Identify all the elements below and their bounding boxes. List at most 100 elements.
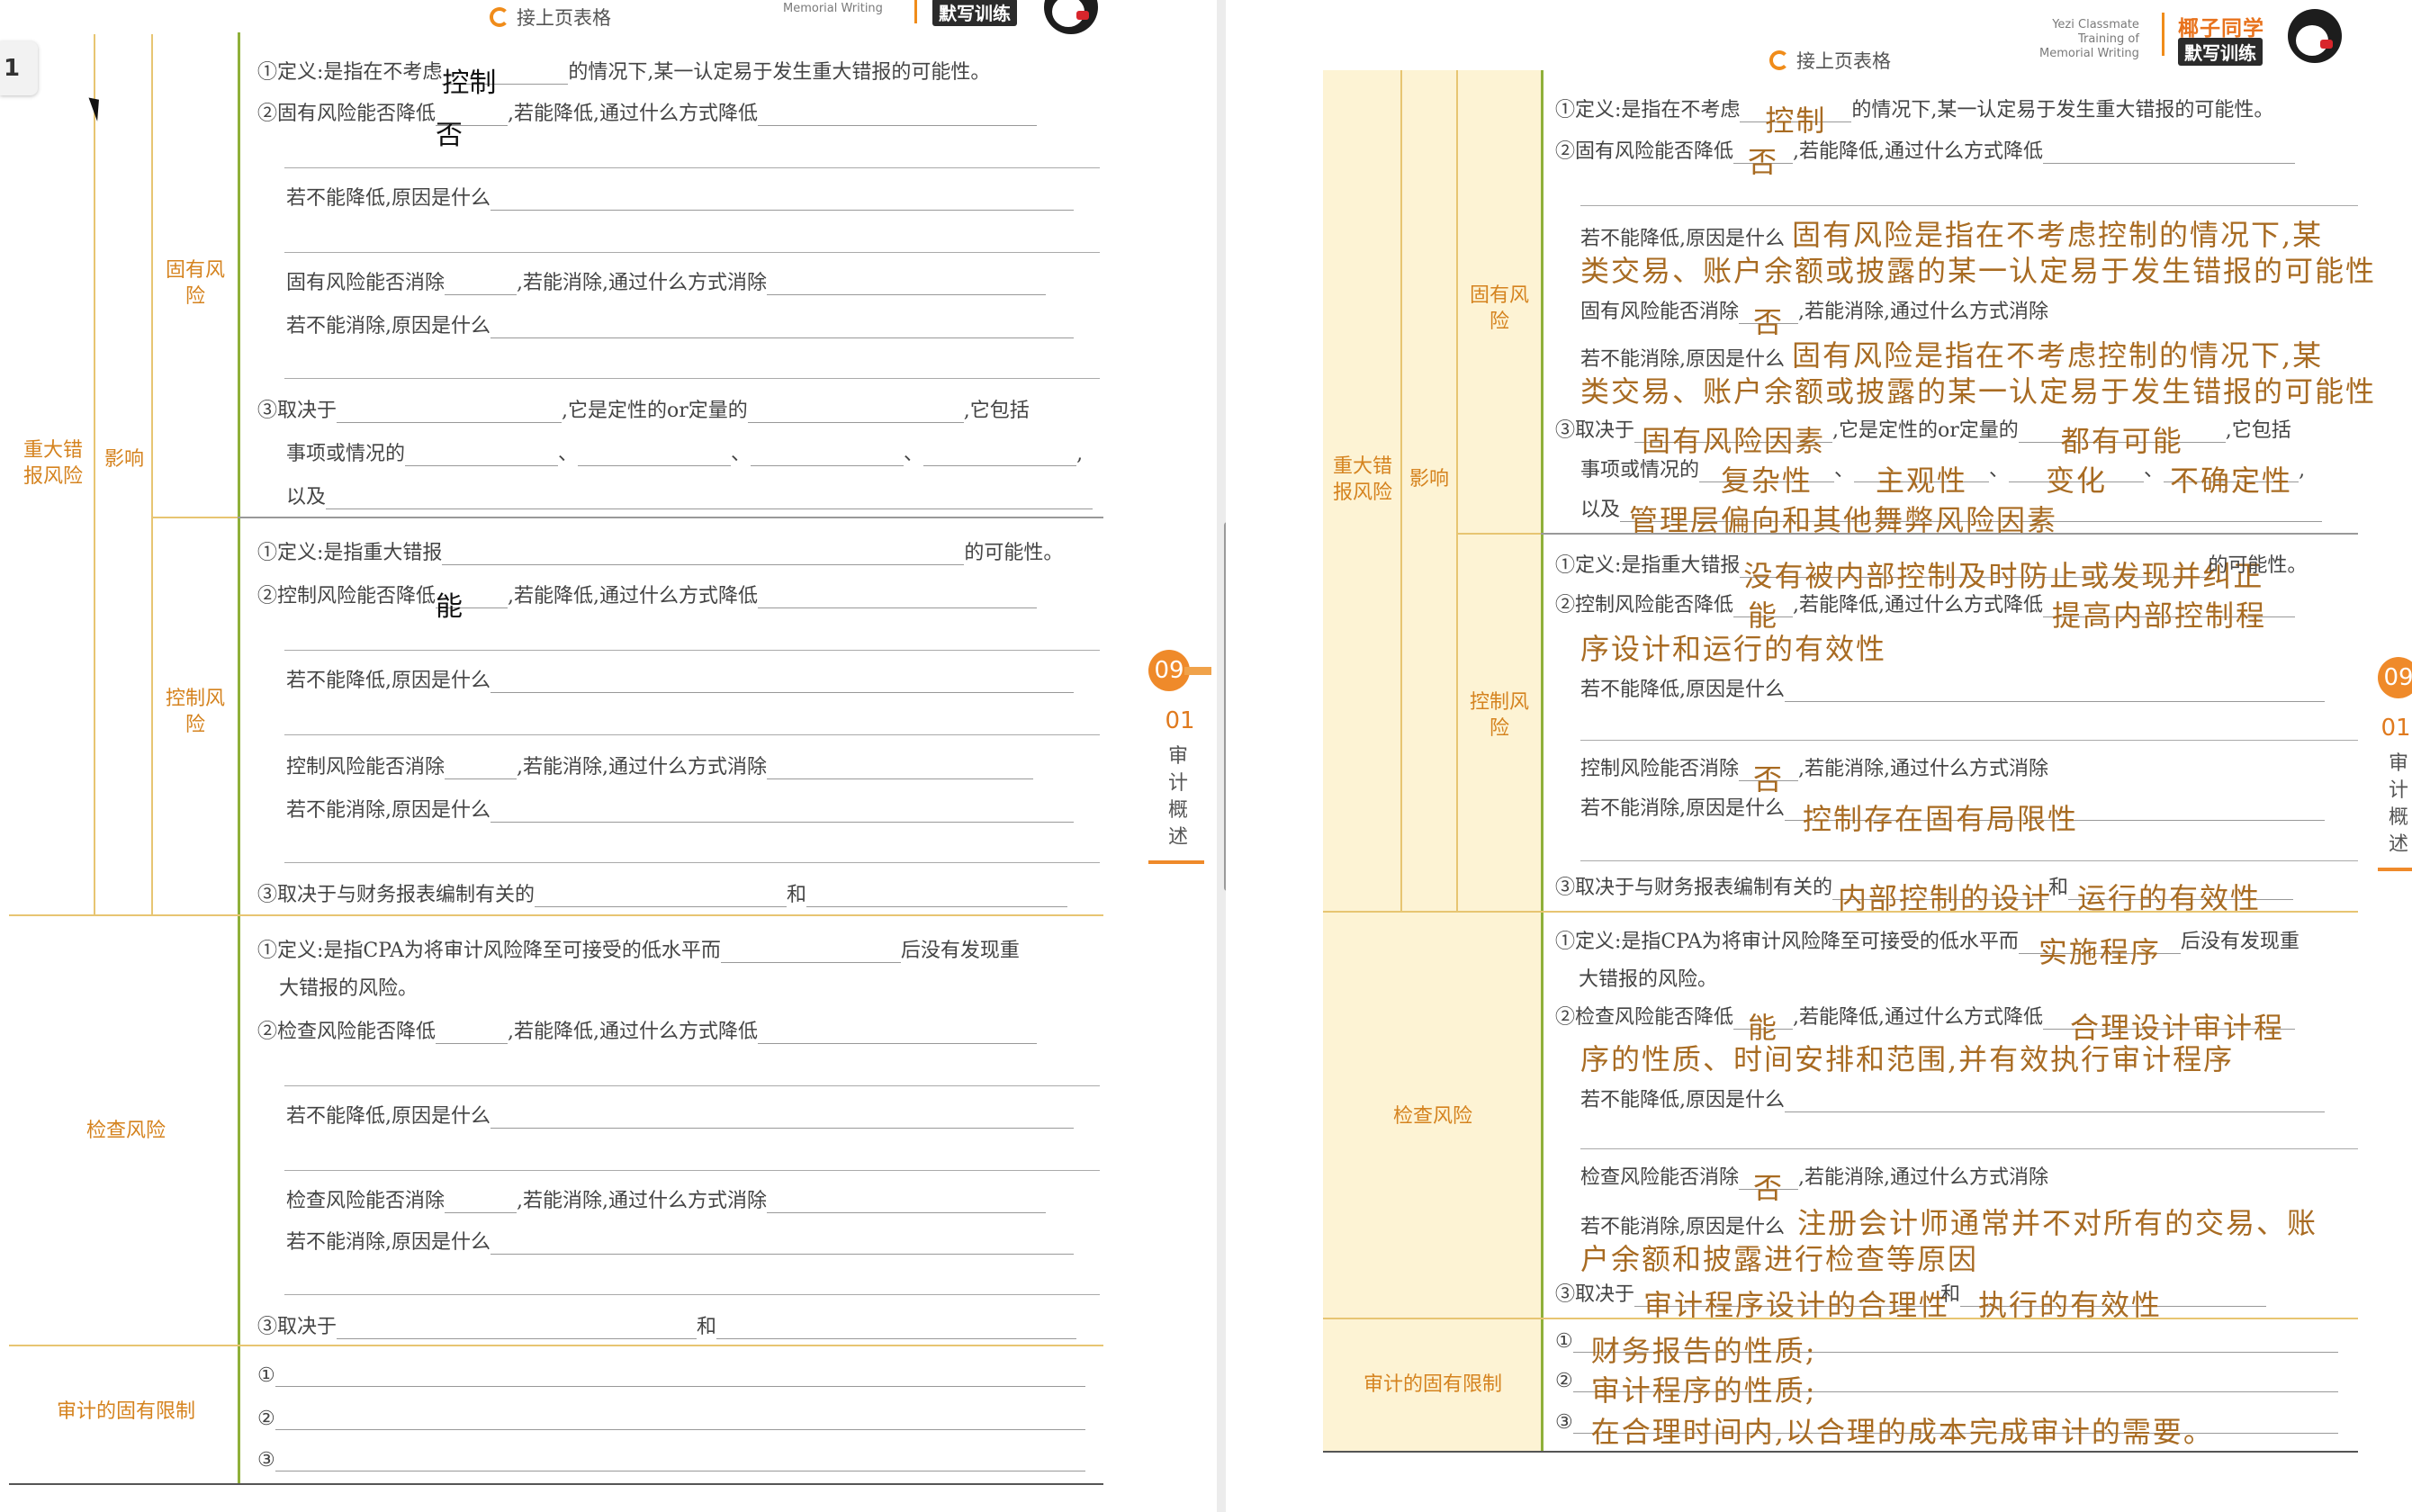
left-page: 接上页表格 Memorial Writing 默写训练 重大错报风险 影响 固有…: [0, 0, 1217, 1512]
category-influence: 影响: [1408, 467, 1449, 490]
handwritten-answer: 控制存在固有局限性: [1803, 802, 2079, 836]
handwritten-answer: 否: [1748, 145, 1779, 179]
answer-line: [284, 167, 1100, 168]
handwritten-answer: 实施程序: [2038, 935, 2161, 969]
dr-definition: ①定义:是指CPA为将审计风险降至可接受的低水平而 实施程序 后没有发现重: [1555, 931, 2300, 969]
handwritten-answer: 内部控制的设计: [1838, 881, 2053, 915]
answer-line: [284, 1170, 1100, 1171]
mascot-icon: [1044, 0, 1098, 34]
cr-definition: ①定义:是指重大错报 没有被内部控制及时防止或发现并纠正的可能性。: [1555, 554, 2308, 593]
handwritten-answer: 财务报告的性质;: [1590, 1334, 1817, 1368]
page-header: 接上页表格 Memorial Writing 默写训练: [0, 0, 1217, 56]
rule: [238, 32, 240, 1483]
handwritten-answer: 类交易、账户余额或披露的某一认定易于发生错报的可能性: [1580, 254, 2377, 288]
rule: [1323, 1451, 2358, 1453]
tab-bar: [1184, 667, 1211, 675]
category-detection-risk: 检查风险: [1392, 1104, 1472, 1128]
answer-line: [284, 734, 1100, 735]
ir-depends: ③取决于 ,它是定性的or定量的 ,它包括: [257, 400, 1030, 423]
answer-line: [284, 862, 1100, 863]
page-header: 接上页表格 Yezi Classmate Training of Memorial …: [1226, 0, 2412, 72]
cr-depends: ③取决于与财务报表编制有关的和: [257, 878, 1068, 907]
dr-why-not-reduce: 若不能降低,原因是什么: [286, 1100, 1074, 1129]
handwritten-answer: 固有风险是指在不考虑控制的情况下,某: [1792, 338, 2324, 373]
cr-why-not-reduce: 若不能降低,原因是什么: [286, 664, 1074, 693]
category-major-risk: 重大错报风险: [23, 439, 84, 488]
ir-definition: ①定义:是指在不考虑控制的情况下,某一认定易于发生重大错报的可能性。: [257, 61, 991, 99]
cr-eliminate: 控制风险能否消除 ,若能消除,通过什么方式消除: [286, 751, 1034, 779]
typed-answer: 否: [436, 120, 464, 151]
handwritten-answer: 运行的有效性: [2077, 881, 2262, 915]
chapter-side-tab[interactable]: 09 01 审计概述: [1148, 650, 1211, 864]
handwritten-answer: 在合理时间内,以合理的成本完成审计的需要。: [1590, 1415, 2214, 1449]
chapter-number: 01: [1165, 707, 1195, 734]
rule: [1541, 70, 1544, 1451]
rule: [9, 914, 1103, 916]
rule: [238, 517, 1103, 518]
dr-definition-cont: 大错报的风险。: [1579, 968, 1718, 991]
category-inherent-limits: 审计的固有限制: [56, 1400, 195, 1423]
handwritten-answer: 序设计和运行的有效性: [1580, 632, 1887, 666]
ir-also: 以及 管理层偏向和其他舞弊风险因素: [1580, 493, 2323, 537]
limit-2: ② 审计程序的性质;: [1555, 1368, 2338, 1408]
brand-name: 椰子同学: [2178, 17, 2264, 40]
brand-english: Memorial Writing: [783, 2, 883, 15]
rule: [151, 517, 238, 518]
answer-line: [1580, 860, 2358, 861]
next-page-label: 接上页表格: [490, 4, 611, 31]
ir-eliminate: 固有风险能否消除否 ,若能消除,通过什么方式消除: [1580, 301, 2049, 339]
answer-line: [284, 252, 1100, 253]
handwritten-answer: 审计程序设计的合理性: [1643, 1288, 1950, 1322]
chapter-side-tab[interactable]: 09 01 审计概述: [2378, 657, 2412, 871]
cr-reduce: ②控制风险能否降低能 ,若能降低,通过什么方式降低: [257, 580, 1038, 623]
handwritten-answer: 注册会计师通常并不对所有的交易、账: [1797, 1206, 2318, 1240]
answer-line: [1580, 205, 2358, 206]
chapter-title: 审计概述: [2388, 752, 2408, 856]
cr-depends: ③取决于与财务报表编制有关的 内部控制的设计和 运行的有效性: [1555, 871, 2294, 915]
ir-also: 以及: [286, 481, 1094, 509]
handwritten-answer: 审计程序的性质;: [1590, 1373, 1817, 1408]
cr-reduce: ②控制风险能否降低能 ,若能降低,通过什么方式降低 提高内部控制程: [1555, 589, 2296, 633]
cr-why-not-eliminate: 若不能消除,原因是什么: [286, 794, 1074, 823]
answer-line: [284, 378, 1100, 379]
answer-line: [284, 1085, 1100, 1086]
dr-eliminate: 检查风险能否消除 ,若能消除,通过什么方式消除: [286, 1184, 1047, 1213]
handwritten-answer: 户余额和披露进行检查等原因: [1580, 1242, 1979, 1276]
brand-separator: [914, 0, 917, 23]
ir-why-not-eliminate: 若不能消除,原因是什么: [286, 310, 1074, 338]
dr-depends: ③取决于 审计程序设计的合理性和 执行的有效性: [1555, 1278, 2267, 1322]
category-inherent-limits: 审计的固有限制: [1363, 1372, 1502, 1396]
rule: [9, 1483, 1103, 1485]
handwritten-answer: 控制: [1765, 104, 1827, 138]
chapter-title: 审计概述: [1167, 745, 1188, 849]
handwritten-answer: 固有风险是指在不考虑控制的情况下,某: [1792, 218, 2324, 252]
category-inherent-risk: 固有风险: [165, 259, 225, 308]
cr-eliminate: 控制风险能否消除否 ,若能消除,通过什么方式消除: [1580, 758, 2049, 796]
category-influence: 影响: [104, 447, 144, 471]
dr-definition-cont: 大错报的风险。: [279, 977, 418, 1000]
page-number-badge: 09: [2378, 657, 2412, 698]
mascot-icon: [2288, 9, 2342, 63]
rule: [9, 1345, 1103, 1346]
handwritten-answer: 管理层偏向和其他舞弊风险因素: [1629, 503, 2058, 537]
ir-events: 事项或情况的 复杂性、主观性、变化、不确定性,: [1580, 459, 2306, 498]
rule: [151, 34, 153, 914]
tab-underline: [1148, 860, 1204, 864]
handwritten-answer: 执行的有效性: [1978, 1288, 2163, 1322]
limit-3: ③: [257, 1447, 1085, 1472]
handwritten-answer: 序的性质、时间安排和范围,并有效执行审计程序: [1580, 1042, 2235, 1076]
brand-english: Yezi Classmate Training of Memorial Writin…: [2039, 18, 2139, 60]
category-inherent-risk: 固有风险: [1469, 284, 1529, 333]
zoom-indicator[interactable]: 1: [0, 41, 38, 95]
brand-tag: 默写训练: [932, 0, 1017, 26]
category-control-risk: 控制风险: [1469, 691, 1529, 740]
ir-events: 事项或情况的、、、,: [286, 443, 1084, 466]
right-page: 接上页表格 Yezi Classmate Training of Memorial …: [1226, 0, 2412, 1512]
category-major-risk: 重大错报风险: [1332, 455, 1392, 504]
typed-answer: 能: [436, 591, 464, 623]
cr-definition: ①定义:是指重大错报 的可能性。: [257, 542, 1064, 565]
rule: [94, 34, 95, 914]
brand-tag: 默写训练: [2178, 38, 2263, 66]
answer-line: [284, 650, 1100, 651]
cr-why-not-reduce: 若不能降低,原因是什么: [1580, 673, 2325, 702]
